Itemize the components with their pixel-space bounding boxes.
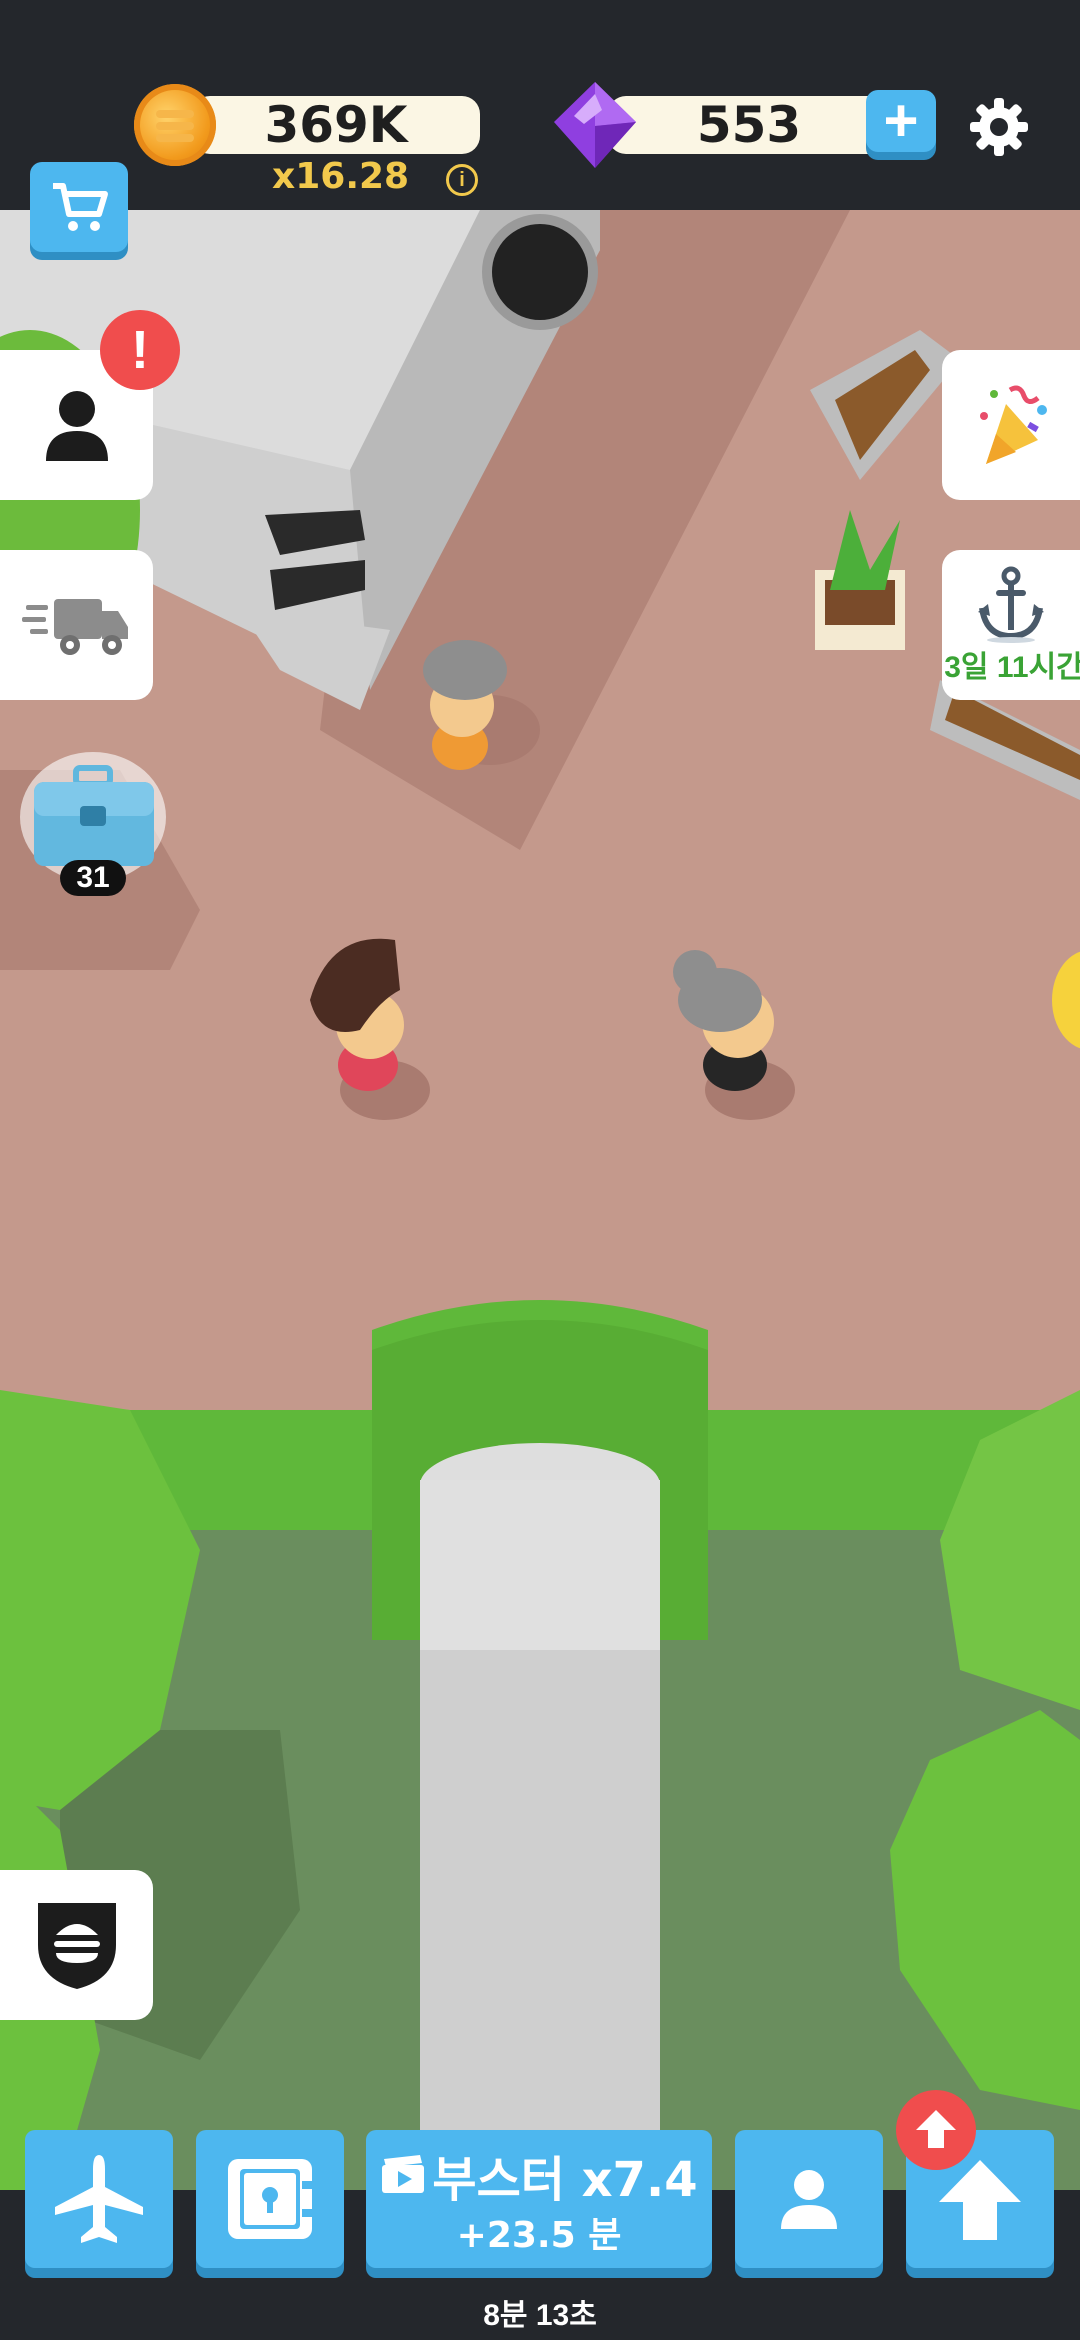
arrow-up-icon <box>916 2110 956 2148</box>
booster-duration: +23.5 분 <box>456 2215 622 2256</box>
coin-balance-value: 369K <box>264 96 408 154</box>
booster-label: 부스터 x7.4 <box>432 2152 698 2208</box>
airplane-icon <box>55 2155 143 2243</box>
burger-menu-button[interactable] <box>0 1870 153 2020</box>
port-event-button[interactable]: 3일 11시간 <box>942 550 1080 700</box>
manager-button[interactable] <box>735 2130 883 2268</box>
coin-icon <box>134 84 216 166</box>
person-icon <box>45 391 108 461</box>
alert-badge: ! <box>100 310 180 390</box>
airplane-button[interactable] <box>25 2130 173 2268</box>
delivery-button[interactable] <box>0 550 153 700</box>
gem-icon <box>552 80 638 175</box>
event-timer: 3일 11시간 <box>944 651 1080 684</box>
anchor-icon <box>978 566 1044 643</box>
party-event-button[interactable] <box>942 350 1080 500</box>
video-ad-icon <box>382 2155 425 2193</box>
person-icon <box>781 2170 837 2229</box>
delivery-truck-icon <box>21 599 128 655</box>
character-brown-hair <box>310 938 404 1091</box>
info-icon[interactable]: i <box>446 164 478 196</box>
upgrade-alert-badge <box>896 2090 976 2170</box>
coin-balance: 369K <box>192 96 480 154</box>
toolbox-crate-button[interactable]: 31 <box>20 752 168 896</box>
settings-gear-icon[interactable] <box>968 96 1030 163</box>
shop-cart-button[interactable] <box>30 162 128 252</box>
burger-shield-icon <box>37 1903 116 1989</box>
booster-timer: 8분 13초 <box>483 2299 597 2332</box>
cart-icon <box>53 183 108 231</box>
toolbox-icon <box>34 765 154 866</box>
income-multiplier: x16.28 <box>272 156 410 197</box>
scene-art <box>0 210 1080 2190</box>
gem-balance: 553 <box>608 96 890 154</box>
add-gems-button[interactable]: + <box>866 90 936 152</box>
party-popper-icon <box>980 385 1047 464</box>
crate-count-badge: 31 <box>60 860 126 896</box>
vault-button[interactable] <box>196 2130 344 2268</box>
safe-icon <box>228 2159 314 2239</box>
gem-balance-value: 553 <box>696 96 802 154</box>
booster-ad-button[interactable]: 부스터 x7.4 +23.5 분 <box>366 2130 712 2268</box>
character-old-man <box>673 950 774 1091</box>
game-scene <box>0 210 1080 2190</box>
